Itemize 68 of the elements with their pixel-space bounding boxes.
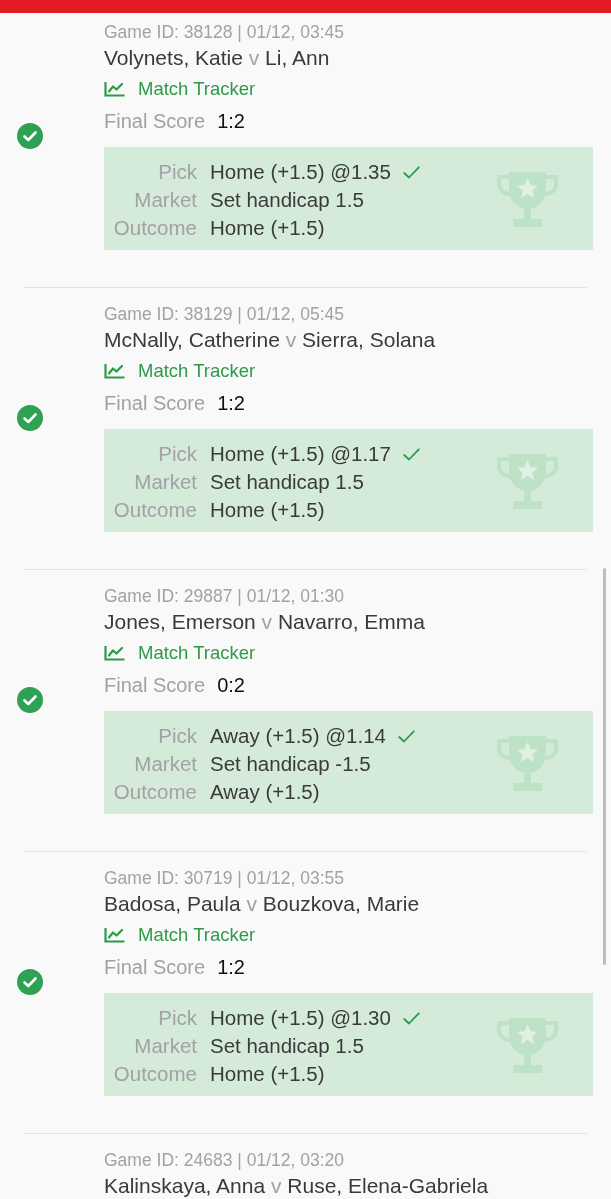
detail-label: Pick bbox=[157, 1005, 197, 1031]
detail-value: Away (+1.5) bbox=[210, 779, 320, 805]
detail-value: Set handicap 1.5 bbox=[210, 469, 364, 495]
check-icon bbox=[402, 1011, 420, 1025]
detail-value: Home (+1.5) @1.35 bbox=[210, 159, 391, 185]
trophy-icon bbox=[495, 172, 560, 228]
away-player-name: Ruse, Elena-Gabriela bbox=[287, 1174, 489, 1197]
home-player-name: Volynets, Katie bbox=[104, 46, 243, 69]
detail-label: Market bbox=[133, 469, 197, 495]
detail-label: Pick bbox=[157, 441, 197, 467]
line-chart-icon bbox=[104, 363, 125, 379]
versus-label: v bbox=[248, 46, 260, 69]
versus-label: v bbox=[246, 892, 257, 915]
versus-label: v bbox=[261, 610, 273, 633]
away-player-name: Navarro, Emma bbox=[277, 610, 425, 633]
detail-label: Market bbox=[133, 1033, 197, 1059]
detail-value: Home (+1.5) bbox=[210, 215, 325, 241]
final-score-label: Final Score bbox=[104, 955, 206, 980]
home-player-name: Badosa, Paula bbox=[104, 892, 241, 915]
final-score-value: 1:2 bbox=[217, 391, 245, 416]
detail-value: Home (+1.5) bbox=[210, 497, 325, 523]
final-score-label: Final Score bbox=[104, 391, 206, 416]
trophy-icon bbox=[495, 1018, 560, 1074]
final-score-value: 0:2 bbox=[217, 673, 245, 698]
detail-label: Outcome bbox=[112, 779, 197, 805]
final-score-label: Final Score bbox=[104, 109, 206, 134]
check-icon bbox=[402, 165, 420, 179]
versus-label: v bbox=[285, 328, 297, 351]
line-chart-icon bbox=[104, 927, 125, 943]
game-info: Game ID: 38128 | 01/12, 03:45 bbox=[104, 22, 345, 42]
detail-label: Market bbox=[133, 751, 197, 777]
detail-value: Home (+1.5) @1.17 bbox=[210, 441, 391, 467]
detail-value: Set handicap -1.5 bbox=[210, 751, 371, 777]
match-tracker-link[interactable]: Match Tracker bbox=[138, 359, 256, 383]
game-info: Game ID: 29887 | 01/12, 01:30 bbox=[104, 586, 345, 606]
match-tracker-link[interactable]: Match Tracker bbox=[138, 923, 256, 947]
away-player-name: Sierra, Solana bbox=[302, 328, 436, 351]
detail-label: Market bbox=[133, 187, 197, 213]
line-chart-icon bbox=[104, 645, 125, 661]
final-score-value: 1:2 bbox=[217, 109, 245, 134]
final-score-value: 1:2 bbox=[217, 955, 245, 980]
away-player-name: Bouzkova, Marie bbox=[262, 892, 420, 915]
match-tracker-link[interactable]: Match Tracker bbox=[138, 77, 256, 101]
game-info: Game ID: 30719 | 01/12, 03:55 bbox=[104, 868, 345, 888]
trophy-icon bbox=[495, 736, 560, 792]
match-tracker-link[interactable]: Match Tracker bbox=[138, 641, 256, 665]
check-icon bbox=[402, 447, 420, 461]
detail-label: Outcome bbox=[112, 1061, 197, 1087]
detail-value: Home (+1.5) bbox=[210, 1061, 325, 1087]
detail-value: Set handicap 1.5 bbox=[210, 187, 364, 213]
versus-label: v bbox=[270, 1174, 282, 1197]
detail-label: Pick bbox=[157, 159, 197, 185]
check-icon bbox=[398, 729, 415, 743]
detail-label: Outcome bbox=[112, 497, 197, 523]
detail-label: Outcome bbox=[112, 215, 197, 241]
game-info: Game ID: 38129 | 01/12, 05:45 bbox=[104, 304, 345, 324]
line-chart-icon bbox=[104, 81, 125, 97]
home-player-name: Jones, Emerson bbox=[104, 610, 256, 633]
detail-value: Set handicap 1.5 bbox=[210, 1033, 364, 1059]
game-info: Game ID: 24683 | 01/12, 03:20 bbox=[104, 1150, 345, 1170]
away-player-name: Li, Ann bbox=[265, 46, 330, 69]
final-score-label: Final Score bbox=[104, 673, 206, 698]
trophy-icon bbox=[495, 454, 560, 510]
home-player-name: Kalinskaya, Anna bbox=[104, 1174, 266, 1197]
detail-label: Pick bbox=[157, 723, 197, 749]
home-player-name: McNally, Catherine bbox=[104, 328, 280, 351]
detail-value: Home (+1.5) @1.30 bbox=[210, 1005, 391, 1031]
detail-value: Away (+1.5) @1.14 bbox=[210, 723, 386, 749]
